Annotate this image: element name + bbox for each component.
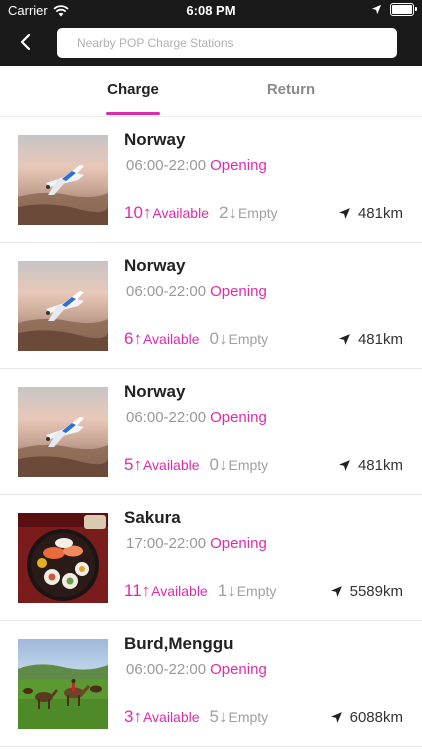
empty-count: 0 (209, 455, 219, 474)
station-hours-row: 06:00-22:00 Opening (126, 661, 267, 678)
search-input[interactable] (57, 28, 397, 58)
arrow-up-icon: ↑ (133, 455, 142, 474)
empty-label: Empty (228, 709, 269, 725)
arrow-up-icon: ↑ (141, 581, 151, 600)
station-name: Sakura (124, 508, 181, 527)
arrow-down-icon: ↓ (227, 581, 236, 600)
navigation-arrow-icon (339, 208, 350, 219)
tab-return[interactable]: Return (231, 66, 351, 116)
station-hours-row: 17:00-22:00 Opening (126, 535, 267, 552)
distance-value: 481km (357, 457, 403, 474)
station-list: Norway 06:00-22:00 Opening 10 ↑ Available 2… (0, 117, 422, 747)
station-photo-airplane (18, 261, 108, 351)
station-name: Norway (124, 130, 186, 149)
distance-value: 6088km (349, 709, 403, 726)
arrow-up-icon: ↑ (133, 707, 142, 726)
station-hours: 06:00-22:00 (126, 409, 207, 426)
empty-count: 2 (218, 203, 229, 222)
available-label: Available (152, 205, 209, 221)
distance-value: 5589km (349, 583, 403, 600)
station-name: Norway (124, 382, 186, 401)
distance-value: 481km (357, 205, 403, 222)
station-hours-row: 06:00-22:00 Opening (126, 157, 267, 174)
station-photo-sushi (18, 513, 108, 603)
available-label: Available (142, 709, 200, 725)
distance-value: 481km (357, 331, 403, 348)
navigation-arrow-icon (339, 460, 350, 471)
station-hours: 06:00-22:00 (126, 157, 207, 174)
station-distance: 481km (338, 331, 403, 348)
station-distance: 6088km (330, 709, 403, 726)
available-count: 3 (124, 707, 134, 726)
station-state: Opening (210, 409, 267, 426)
arrow-down-icon: ↓ (219, 455, 228, 474)
station-name: Norway (124, 256, 186, 275)
arrow-up-icon: ↑ (133, 329, 142, 348)
back-button[interactable] (12, 28, 40, 56)
arrow-down-icon: ↓ (219, 707, 228, 726)
location-arrow-icon (371, 4, 382, 15)
top-bar: Carrier 6:08 PM (0, 0, 422, 66)
station-availability: 10 ↑ Available 2 ↓ Empty (124, 203, 278, 223)
tab-bar: Charge Return (0, 66, 422, 117)
station-hours-row: 06:00-22:00 Opening (126, 283, 267, 300)
available-count: 10 (124, 203, 143, 222)
navigation-arrow-icon (339, 334, 350, 345)
station-hours-row: 06:00-22:00 Opening (126, 409, 267, 426)
empty-label: Empty (236, 583, 277, 599)
station-availability: 11 ↑ Available 1 ↓ Empty (124, 581, 276, 601)
active-tab-indicator (106, 112, 160, 115)
station-photo-airplane (18, 135, 108, 225)
empty-label: Empty (237, 205, 278, 221)
station-hours: 06:00-22:00 (126, 283, 207, 300)
navigation-arrow-icon (330, 712, 342, 723)
station-list-item[interactable]: Norway 06:00-22:00 Opening 5 ↑ Available 0 ↓… (0, 369, 422, 495)
empty-count: 5 (209, 707, 219, 726)
station-distance: 481km (338, 457, 403, 474)
tab-charge[interactable]: Charge (73, 66, 193, 116)
station-photo-horses (18, 639, 108, 729)
station-state: Opening (210, 535, 267, 552)
available-count: 11 (124, 581, 142, 600)
station-availability: 5 ↑ Available 0 ↓ Empty (124, 455, 268, 475)
station-list-item[interactable]: Norway 06:00-22:00 Opening 6 ↑ Available 0 ↓… (0, 243, 422, 369)
navigation-arrow-icon (330, 586, 342, 597)
status-right-group (371, 3, 417, 16)
arrow-up-icon: ↑ (142, 203, 152, 222)
empty-count: 1 (217, 581, 228, 600)
station-hours: 17:00-22:00 (126, 535, 207, 552)
available-label: Available (142, 457, 200, 473)
station-name: Burd,Menggu (124, 634, 234, 653)
empty-label: Empty (228, 457, 269, 473)
available-count: 5 (124, 455, 134, 474)
battery-icon (390, 3, 417, 16)
station-state: Opening (210, 661, 267, 678)
clock: 6:08 PM (186, 3, 236, 18)
empty-label: Empty (228, 331, 269, 347)
arrow-down-icon: ↓ (228, 203, 237, 222)
station-state: Opening (210, 283, 267, 300)
station-state: Opening (210, 157, 267, 174)
available-label: Available (142, 331, 200, 347)
arrow-down-icon: ↓ (219, 329, 228, 348)
station-list-item[interactable]: Norway 06:00-22:00 Opening 10 ↑ Available 2… (0, 117, 422, 243)
station-list-item[interactable]: Sakura 17:00-22:00 Opening 11 ↑ Available 1… (0, 495, 422, 621)
station-photo-airplane (18, 387, 108, 477)
chevron-left-icon (20, 33, 31, 51)
station-distance: 5589km (330, 583, 403, 600)
station-list-item[interactable]: Burd,Menggu 06:00-22:00 Opening 3 ↑ Availab… (0, 621, 422, 747)
station-availability: 6 ↑ Available 0 ↓ Empty (124, 329, 268, 349)
station-hours: 06:00-22:00 (126, 661, 207, 678)
available-count: 6 (124, 329, 134, 348)
station-availability: 3 ↑ Available 5 ↓ Empty (124, 707, 268, 727)
available-label: Available (151, 583, 208, 599)
status-bar: Carrier 6:08 PM (0, 0, 422, 22)
station-distance: 481km (338, 205, 403, 222)
empty-count: 0 (209, 329, 219, 348)
